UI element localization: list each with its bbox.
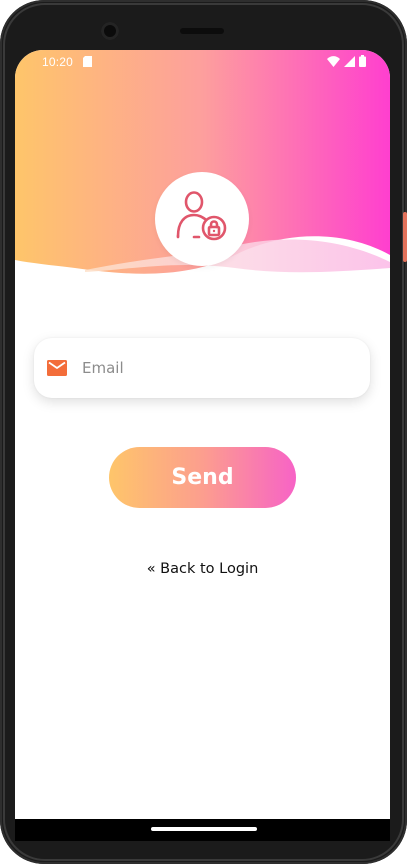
earpiece-speaker bbox=[180, 28, 224, 34]
home-indicator[interactable] bbox=[151, 827, 257, 831]
sd-card-icon bbox=[83, 56, 92, 70]
email-input[interactable] bbox=[80, 347, 344, 389]
device-frame: 10:20 Email Send « Back to Login bbox=[0, 0, 407, 864]
status-time: 10:20 bbox=[42, 55, 74, 69]
battery-icon bbox=[359, 55, 366, 70]
back-to-login-link[interactable]: « Back to Login bbox=[15, 561, 390, 577]
wifi-icon bbox=[327, 55, 340, 70]
status-bar: 10:20 bbox=[15, 50, 390, 74]
status-icons bbox=[327, 55, 366, 70]
mail-icon bbox=[47, 360, 67, 376]
send-button[interactable]: Send bbox=[109, 447, 296, 508]
avatar bbox=[155, 172, 249, 266]
user-lock-icon bbox=[173, 190, 231, 249]
signal-icon bbox=[344, 55, 355, 70]
front-camera bbox=[101, 22, 119, 40]
app-screen: 10:20 Email Send « Back to Login bbox=[15, 50, 390, 819]
email-field-card bbox=[34, 338, 370, 398]
power-button[interactable] bbox=[403, 212, 407, 262]
